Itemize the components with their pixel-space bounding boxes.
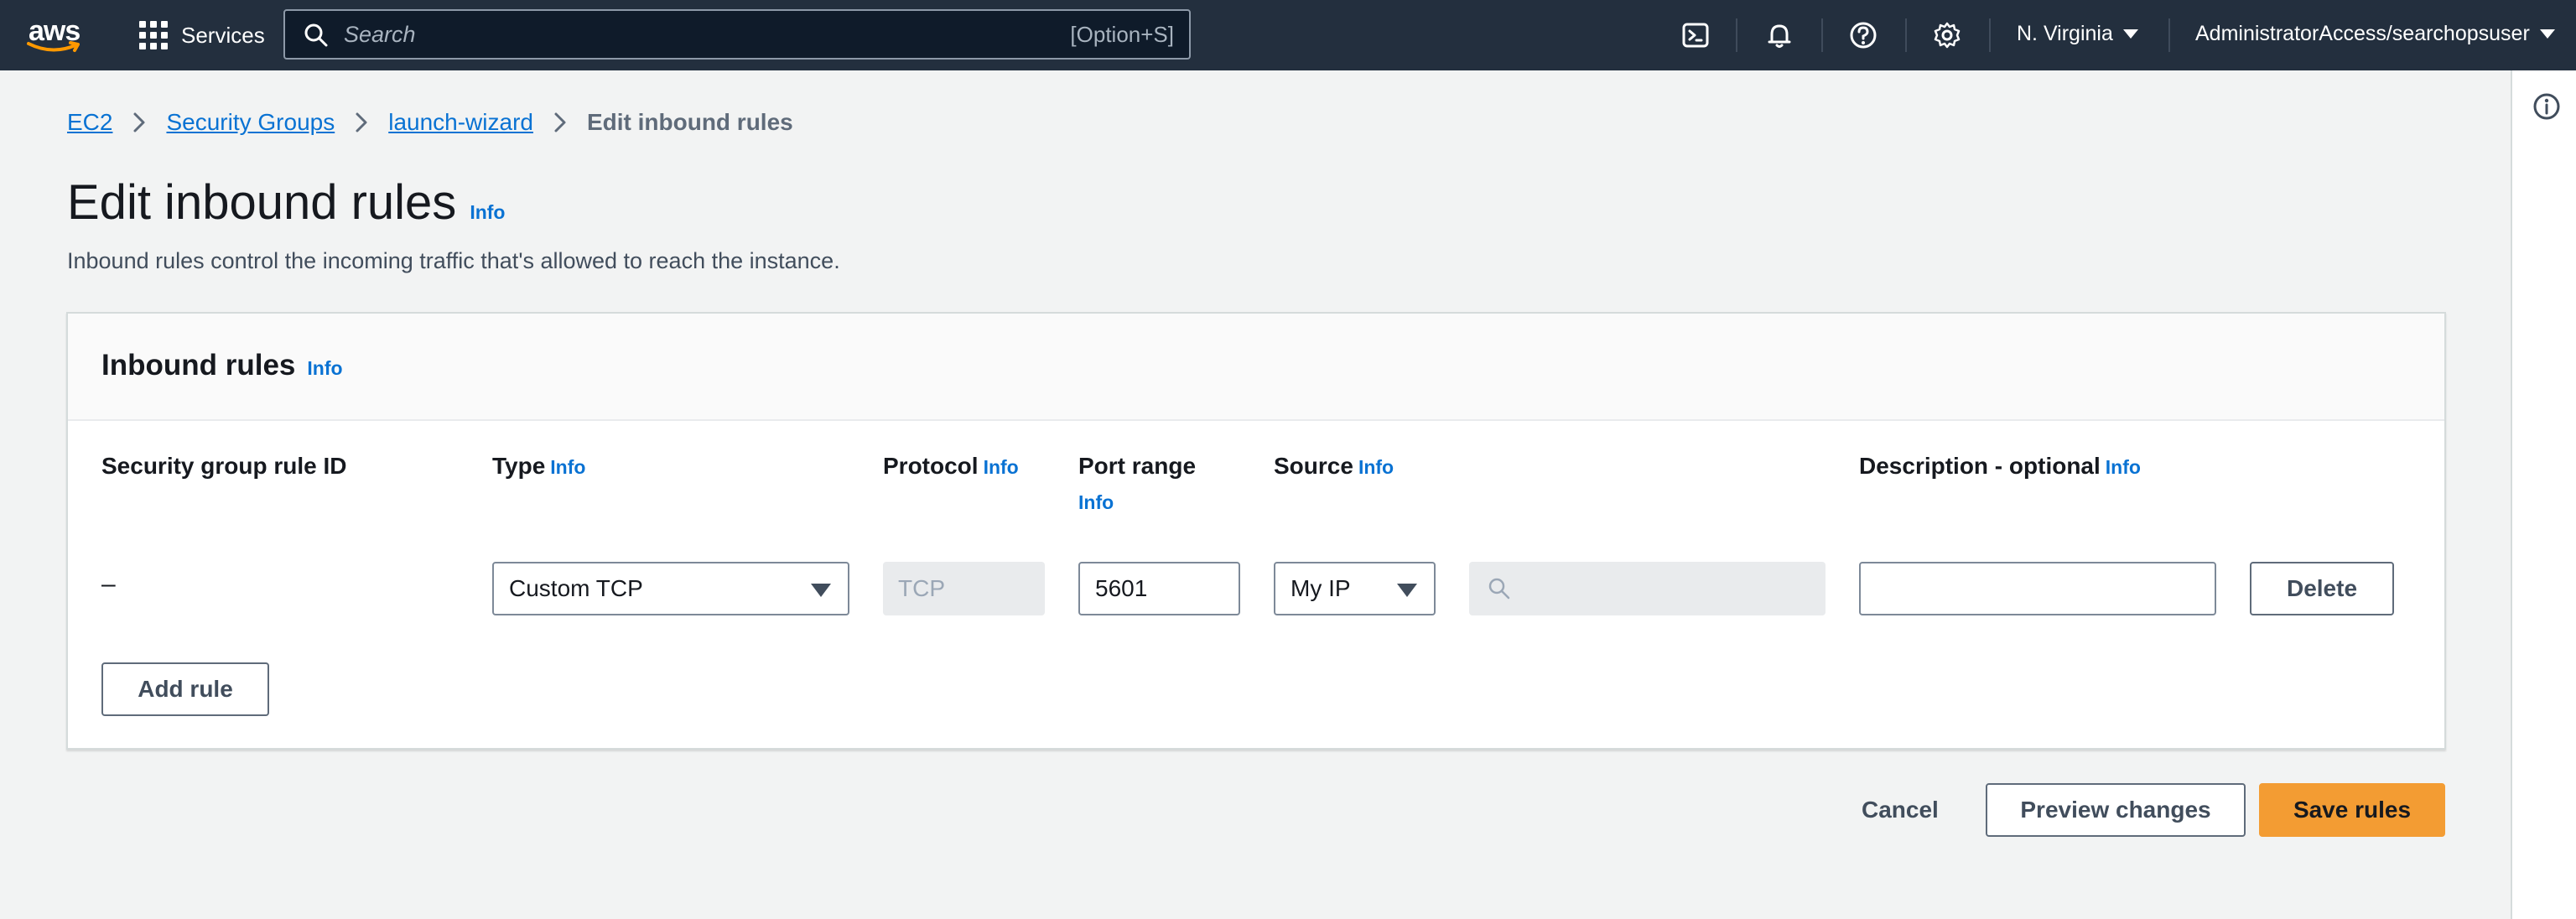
protocol-value: TCP bbox=[898, 575, 945, 601]
rule-id-value: – bbox=[101, 570, 116, 598]
nav-divider bbox=[1821, 18, 1823, 52]
source-select-value: My IP bbox=[1291, 575, 1351, 601]
container-header: Inbound rules Info bbox=[68, 314, 2444, 421]
protocol-field: TCP bbox=[883, 562, 1045, 615]
source-info-link[interactable]: Info bbox=[1358, 456, 1394, 478]
source-select[interactable]: My IP bbox=[1274, 562, 1436, 615]
type-select-value: Custom TCP bbox=[509, 575, 643, 601]
region-selector[interactable]: N. Virginia bbox=[2017, 22, 2138, 46]
breadcrumb-ec2[interactable]: EC2 bbox=[67, 109, 112, 136]
cancel-button[interactable]: Cancel bbox=[1862, 797, 1939, 823]
page-title-row: Edit inbound rules Info bbox=[67, 174, 505, 231]
page-description: Inbound rules control the incoming traff… bbox=[67, 248, 840, 273]
type-select[interactable]: Custom TCP bbox=[492, 562, 849, 615]
help-icon[interactable] bbox=[1846, 18, 1880, 52]
port-range-info-link[interactable]: Info bbox=[1078, 491, 1196, 514]
account-label: AdministratorAccess/searchopsuser bbox=[2195, 22, 2530, 45]
breadcrumb: EC2 Security Groups launch-wizard Edit i… bbox=[67, 109, 793, 136]
preview-changes-button[interactable]: Preview changes bbox=[1986, 783, 2246, 837]
add-rule-button[interactable]: Add rule bbox=[101, 662, 269, 716]
region-label: N. Virginia bbox=[2017, 22, 2113, 45]
chevron-right-icon bbox=[132, 112, 146, 133]
container-title-row: Inbound rules Info bbox=[101, 349, 343, 382]
help-panel-strip bbox=[2511, 70, 2576, 919]
delete-rule-button[interactable]: Delete bbox=[2250, 562, 2394, 615]
grid-icon bbox=[139, 21, 168, 49]
port-range-input[interactable] bbox=[1078, 562, 1240, 615]
search-icon bbox=[304, 23, 328, 47]
gear-icon[interactable] bbox=[1930, 18, 1964, 52]
aws-smile-icon bbox=[27, 41, 80, 52]
column-description: Description - optional Info bbox=[1859, 453, 2141, 480]
column-rule-id-label: Security group rule ID bbox=[101, 453, 347, 479]
protocol-info-link[interactable]: Info bbox=[984, 456, 1019, 478]
aws-logo[interactable]: aws bbox=[27, 12, 86, 59]
caret-down-icon bbox=[2539, 29, 2555, 39]
breadcrumb-security-groups[interactable]: Security Groups bbox=[166, 109, 335, 136]
chevron-right-icon bbox=[553, 112, 567, 133]
column-type: Type Info bbox=[492, 453, 585, 480]
column-port-range-label: Port range bbox=[1078, 453, 1197, 479]
search-bar[interactable]: [Option+S] bbox=[283, 9, 1191, 60]
column-description-label: Description - optional bbox=[1859, 453, 2101, 479]
type-info-link[interactable]: Info bbox=[550, 456, 585, 478]
services-label: Services bbox=[181, 22, 265, 48]
caret-down-icon bbox=[2122, 29, 2138, 39]
inbound-rules-container: Inbound rules Info Security group rule I… bbox=[66, 312, 2446, 750]
services-menu-button[interactable]: Services bbox=[139, 18, 265, 52]
caret-down-icon bbox=[1397, 584, 1417, 597]
column-protocol-label: Protocol bbox=[883, 453, 979, 479]
column-source-label: Source bbox=[1274, 453, 1353, 479]
nav-divider bbox=[2168, 18, 2170, 52]
description-input[interactable] bbox=[1859, 562, 2216, 615]
nav-divider bbox=[1989, 18, 1991, 52]
search-shortcut: [Option+S] bbox=[1070, 22, 1174, 47]
breadcrumb-launch-wizard[interactable]: launch-wizard bbox=[388, 109, 533, 136]
top-navigation: aws Services [Option+S] bbox=[0, 0, 2576, 70]
column-protocol: Protocol Info bbox=[883, 453, 1019, 480]
search-input[interactable] bbox=[344, 18, 1031, 51]
save-rules-button[interactable]: Save rules bbox=[2259, 783, 2445, 837]
container-info-link[interactable]: Info bbox=[307, 357, 342, 380]
cloudshell-icon[interactable] bbox=[1679, 18, 1712, 52]
page-title: Edit inbound rules bbox=[67, 175, 457, 230]
source-cidr-search[interactable] bbox=[1469, 562, 1826, 615]
column-source: Source Info bbox=[1274, 453, 1394, 480]
column-port-range: Port range Info bbox=[1078, 453, 1196, 514]
account-menu[interactable]: AdministratorAccess/searchopsuser bbox=[2195, 22, 2555, 46]
breadcrumb-current: Edit inbound rules bbox=[586, 109, 793, 135]
bell-icon[interactable] bbox=[1763, 18, 1796, 52]
caret-down-icon bbox=[811, 584, 831, 597]
page-info-link[interactable]: Info bbox=[470, 201, 505, 224]
info-circle-icon[interactable] bbox=[2532, 92, 2561, 121]
column-type-label: Type bbox=[492, 453, 546, 479]
search-icon bbox=[1488, 578, 1510, 600]
chevron-right-icon bbox=[355, 112, 368, 133]
nav-divider bbox=[1905, 18, 1907, 52]
container-title: Inbound rules bbox=[101, 349, 296, 382]
nav-divider bbox=[1736, 18, 1737, 52]
description-info-link[interactable]: Info bbox=[2106, 456, 2141, 478]
column-rule-id: Security group rule ID bbox=[101, 453, 347, 480]
